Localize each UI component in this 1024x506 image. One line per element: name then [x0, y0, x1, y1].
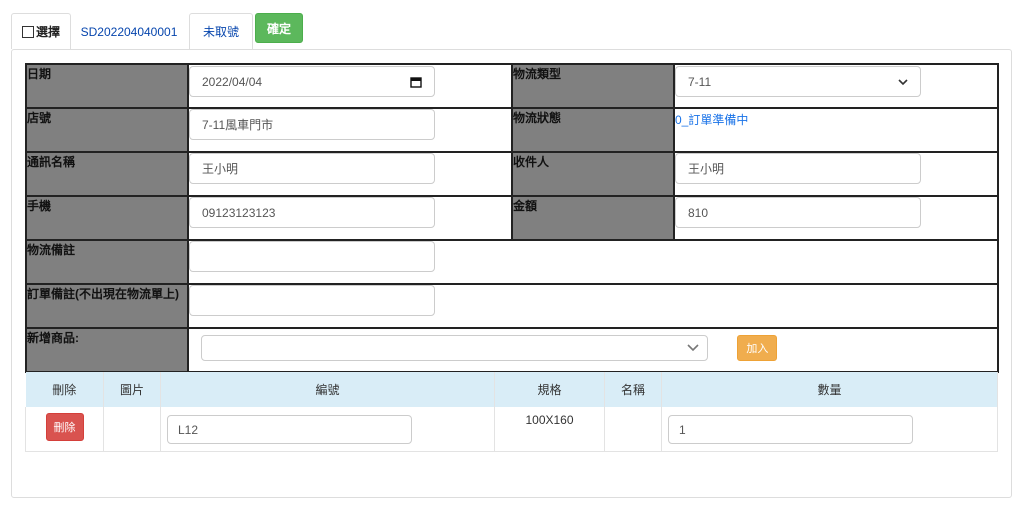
logistics-status-label: 物流狀態 [511, 107, 675, 153]
order-note-input[interactable] [189, 285, 435, 316]
col-header-spec: 規格 [494, 372, 605, 407]
order-form: 日期 2022/04/04 物流類型 7-11 店號 7-11風車門市 物流狀態… [25, 63, 999, 373]
logistics-type-value: 7-11 [688, 74, 712, 89]
logistics-type-select[interactable]: 7-11 [675, 66, 921, 97]
col-header-qty: 數量 [661, 372, 998, 407]
order-note-label: 訂單備註(不出現在物流單上) [25, 283, 189, 329]
unfetched-tab[interactable]: 未取號 [189, 13, 253, 49]
table-row: 刪除 L12 100X160 1 [25, 407, 998, 452]
confirm-button[interactable]: 確定 [255, 13, 303, 43]
date-input[interactable]: 2022/04/04 [189, 66, 435, 97]
item-spec-cell: 100X160 [494, 407, 605, 452]
col-header-code: 編號 [160, 372, 495, 407]
logistics-note-input[interactable] [189, 241, 435, 272]
order-id-tab[interactable]: SD202204040001 [71, 13, 187, 49]
amount-value: 810 [688, 205, 709, 220]
item-image-cell [103, 407, 161, 452]
col-header-name: 名稱 [604, 372, 662, 407]
tab-bar: 選擇 SD202204040001 未取號 確定 [11, 13, 303, 49]
date-label: 日期 [25, 63, 189, 109]
contact-name-label: 通訊名稱 [25, 151, 189, 197]
date-value: 2022/04/04 [202, 74, 263, 89]
calendar-icon[interactable] [410, 76, 422, 88]
recipient-input[interactable]: 王小明 [675, 153, 921, 184]
recipient-value: 王小明 [688, 162, 725, 176]
add-product-button[interactable]: 加入 [737, 335, 778, 361]
contact-name-value: 王小明 [202, 162, 239, 176]
chevron-down-icon [687, 344, 699, 352]
mobile-value: 09123123123 [202, 205, 276, 220]
select-checkbox[interactable] [21, 25, 34, 38]
items-header-row: 刪除 圖片 編號 規格 名稱 數量 [25, 372, 998, 407]
delete-button[interactable]: 刪除 [45, 413, 84, 441]
store-label: 店號 [25, 107, 189, 153]
amount-label: 金額 [511, 195, 675, 241]
logistics-status-link[interactable]: 0_訂單準備中 [675, 109, 997, 128]
add-product-select[interactable] [201, 335, 708, 361]
contact-name-input[interactable]: 王小明 [189, 153, 435, 184]
chevron-down-icon [898, 78, 908, 85]
items-table: 刪除 圖片 編號 規格 名稱 數量 刪除 L12 100X160 1 [25, 372, 998, 452]
item-qty-input[interactable]: 1 [668, 415, 913, 444]
logistics-type-label: 物流類型 [511, 63, 675, 109]
logistics-note-label: 物流備註 [25, 239, 189, 285]
add-product-label: 新增商品: [25, 327, 189, 373]
item-qty-value: 1 [679, 422, 686, 437]
item-code-value: L12 [178, 422, 199, 437]
select-tab[interactable]: 選擇 [11, 13, 71, 49]
mobile-input[interactable]: 09123123123 [189, 197, 435, 228]
recipient-label: 收件人 [511, 151, 675, 197]
col-header-image: 圖片 [103, 372, 161, 407]
item-code-input[interactable]: L12 [167, 415, 412, 444]
col-header-delete: 刪除 [25, 372, 104, 407]
mobile-label: 手機 [25, 195, 189, 241]
store-input[interactable]: 7-11風車門市 [189, 109, 435, 140]
amount-input[interactable]: 810 [675, 197, 921, 228]
select-label: 選擇 [35, 25, 60, 39]
store-value: 7-11風車門市 [202, 118, 274, 132]
item-name-cell [604, 407, 662, 452]
